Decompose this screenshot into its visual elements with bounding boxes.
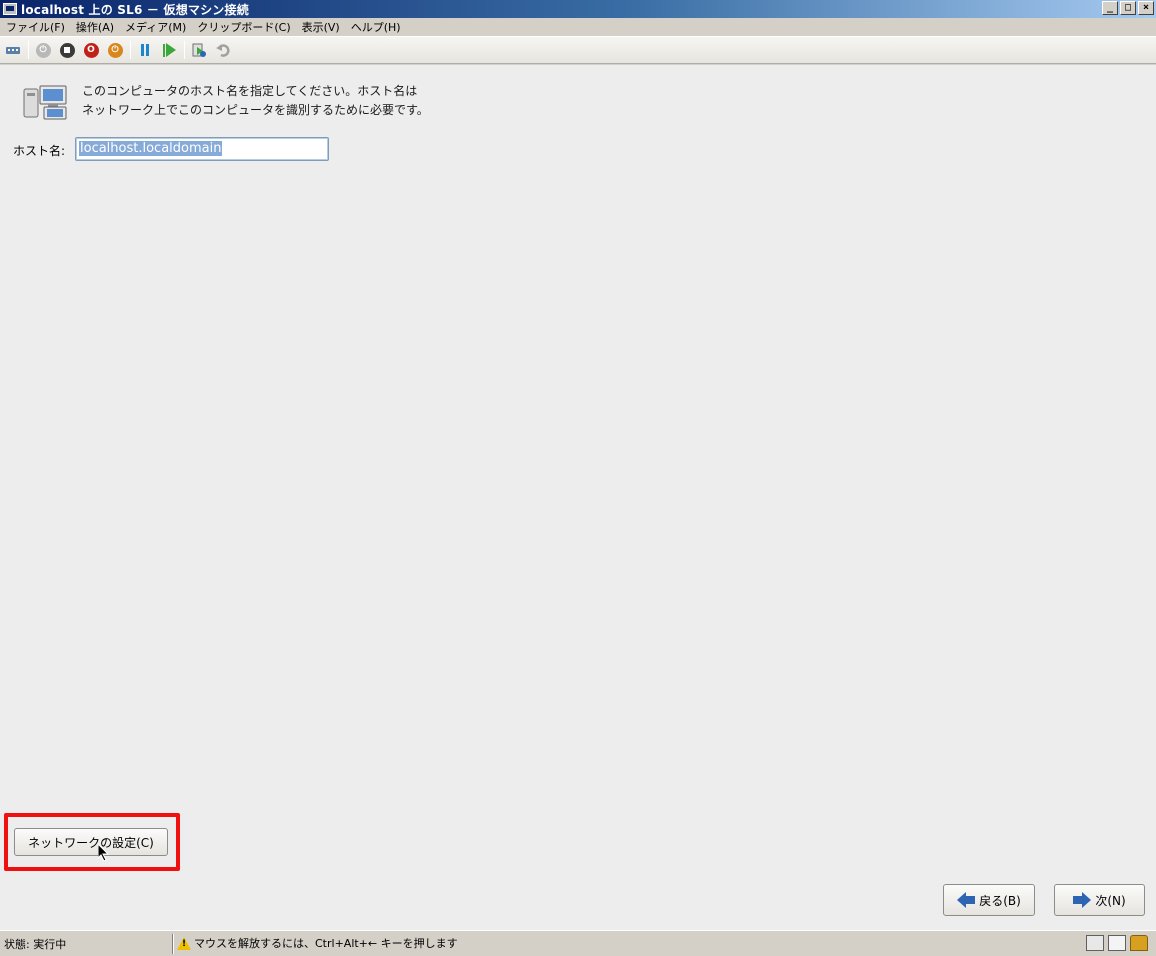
- menu-action[interactable]: 操作(A): [72, 19, 118, 35]
- toolbar-separator: [28, 41, 29, 59]
- menu-view[interactable]: 表示(V): [298, 19, 344, 35]
- network-computers-icon: [22, 85, 72, 121]
- status-message: マウスを解放するには、Ctrl+Alt+← キーを押します: [177, 935, 458, 951]
- toolbar: ⏻ O ⏻: [0, 36, 1156, 64]
- revert-icon[interactable]: [214, 41, 232, 59]
- status-bar: 状態: 実行中 マウスを解放するには、Ctrl+Alt+← キーを押します: [0, 930, 1156, 956]
- start-icon[interactable]: ⏻: [34, 41, 52, 59]
- status-tray: [1086, 935, 1148, 951]
- description-line-1: このコンピュータのホスト名を指定してください。ホスト名は: [82, 84, 418, 98]
- checkpoint-icon[interactable]: [190, 41, 208, 59]
- arrow-right-icon: [1073, 896, 1083, 904]
- menu-file[interactable]: ファイル(F): [2, 19, 69, 35]
- lock-icon: [1130, 935, 1148, 951]
- menu-media[interactable]: メディア(M): [121, 19, 190, 35]
- pause-icon[interactable]: [136, 41, 154, 59]
- network-settings-label: ネットワークの設定(C): [28, 835, 154, 850]
- vm-state: 状態: 実行中: [4, 938, 67, 951]
- maximize-button[interactable]: □: [1120, 1, 1136, 15]
- mouse-cursor-icon: [98, 844, 110, 862]
- warning-icon: [177, 936, 191, 950]
- status-divider: [172, 934, 174, 954]
- toolbar-separator: [184, 41, 185, 59]
- hostname-description: このコンピュータのホスト名を指定してください。ホスト名は ネットワーク上でこのコ…: [82, 82, 429, 120]
- close-button[interactable]: ×: [1138, 1, 1154, 15]
- shutdown-icon[interactable]: O: [82, 41, 100, 59]
- arrow-left-icon: [957, 892, 967, 908]
- installer-screen: このコンピュータのホスト名を指定してください。ホスト名は ネットワーク上でこのコ…: [0, 65, 1156, 930]
- menu-clipboard[interactable]: クリップボード(C): [193, 19, 294, 35]
- menu-help[interactable]: ヘルプ(H): [347, 19, 405, 35]
- next-button-label: 次(N): [1095, 893, 1126, 908]
- description-line-2: ネットワーク上でこのコンピュータを識別するために必要です。: [82, 103, 429, 117]
- window-controls: _ □ ×: [1102, 1, 1154, 15]
- next-button[interactable]: 次(N): [1054, 884, 1145, 916]
- minimize-button[interactable]: _: [1102, 1, 1118, 15]
- back-button-label: 戻る(B): [979, 893, 1021, 908]
- vm-connection-icon: [3, 3, 17, 15]
- ctrl-alt-del-icon[interactable]: [4, 41, 22, 59]
- menu-bar: ファイル(F) 操作(A) メディア(M) クリップボード(C) 表示(V) ヘ…: [0, 18, 1156, 36]
- keyboard-icon: [1086, 935, 1104, 951]
- back-button[interactable]: 戻る(B): [943, 884, 1035, 916]
- title-bar: localhost 上の SL6 － 仮想マシン接続 _ □ ×: [0, 0, 1156, 18]
- hostname-label: ホスト名:: [13, 144, 66, 158]
- hostname-input[interactable]: localhost.localdomain: [75, 137, 329, 161]
- save-icon[interactable]: ⏻: [106, 41, 124, 59]
- window-title: localhost 上の SL6 － 仮想マシン接続: [21, 2, 249, 17]
- hostname-input-value: localhost.localdomain: [79, 141, 223, 156]
- network-settings-button[interactable]: ネットワークの設定(C): [14, 828, 168, 856]
- mouse-release-hint: マウスを解放するには、Ctrl+Alt+← キーを押します: [194, 937, 458, 950]
- toolbar-separator: [130, 41, 131, 59]
- resume-icon[interactable]: [160, 41, 178, 59]
- mouse-icon: [1108, 935, 1126, 951]
- turn-off-icon[interactable]: [58, 41, 76, 59]
